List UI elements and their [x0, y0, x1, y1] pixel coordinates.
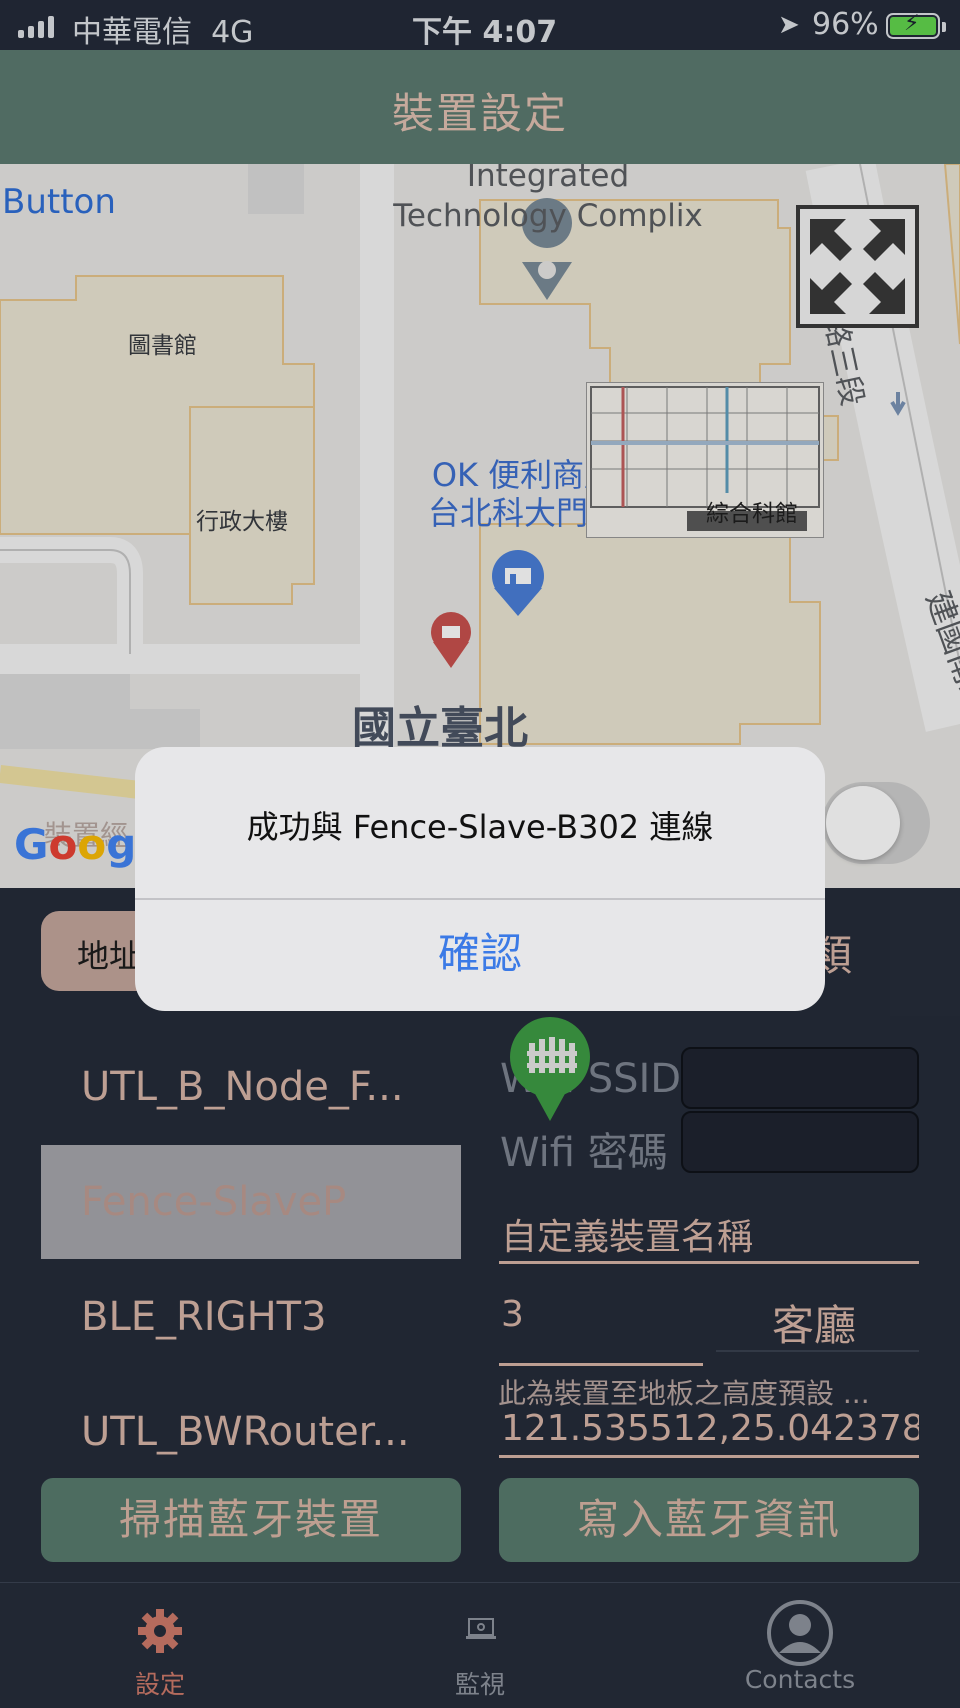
map-label-integrated: Integrated Technology Complix	[393, 164, 703, 234]
expand-icon	[810, 219, 905, 314]
monitor-icon	[466, 1618, 496, 1639]
tab-monitor[interactable]: 監視	[320, 1583, 640, 1708]
height-field[interactable]: 3	[499, 1292, 703, 1366]
carrier-label: 中華電信 4G	[72, 15, 254, 50]
device-list-item[interactable]: UTL_B_Node_F...	[41, 1030, 461, 1144]
device-list-item[interactable]: BLE_RIGHT3	[41, 1260, 461, 1374]
gear-icon	[138, 1609, 182, 1653]
nav-bar: 裝置設定	[0, 50, 960, 164]
contact-icon	[767, 1600, 833, 1666]
wifi-password-input[interactable]	[681, 1111, 919, 1173]
wifi-ssid-input[interactable]	[681, 1047, 919, 1109]
map-button[interactable]: Button	[2, 182, 116, 222]
status-time: 下午 4:07	[412, 15, 558, 50]
device-marker-icon	[510, 1017, 590, 1121]
map-label-complex-hall: 綜合科館	[706, 501, 798, 527]
map-label-admin: 行政大樓	[196, 509, 288, 535]
tab-settings[interactable]: 設定	[0, 1583, 320, 1708]
write-bluetooth-button[interactable]: 寫入藍牙資訊	[499, 1478, 919, 1562]
alert-message: 成功與 Fence-Slave-B302 連線	[246, 808, 714, 846]
tab-contacts[interactable]: Contacts	[640, 1583, 960, 1708]
device-list-item[interactable]: UTL_BWRouter...	[41, 1375, 461, 1489]
fullscreen-button[interactable]	[796, 205, 919, 328]
google-logo: Googl	[14, 820, 151, 869]
location-arrow-icon: ➤	[778, 10, 800, 40]
alert-dialog: 成功與 Fence-Slave-B302 連線 確認	[135, 747, 825, 1011]
device-list-item-selected[interactable]: Fence-SlaveP	[41, 1145, 461, 1259]
coordinates-field[interactable]: 121.535512,25.042378	[499, 1408, 919, 1458]
wifi-password-label: Wifi 密碼	[500, 1130, 668, 1176]
device-name-field[interactable]: 自定義裝置名稱	[499, 1208, 919, 1264]
signal-icon	[18, 16, 54, 38]
height-hint: 此為裝置至地板之高度預設 ...	[498, 1377, 870, 1410]
status-bar: 中華電信 4G 下午 4:07 ➤ 96%	[0, 0, 960, 50]
page-title: 裝置設定	[391, 89, 568, 138]
map-toggle-switch[interactable]	[822, 782, 930, 864]
scan-bluetooth-button[interactable]: 掃描藍牙裝置	[41, 1478, 461, 1562]
map-label-library: 圖書館	[128, 333, 197, 359]
alert-confirm-button[interactable]: 確認	[135, 900, 825, 1011]
battery-icon	[886, 11, 940, 39]
battery-percent: 96%	[812, 7, 879, 42]
tab-bar: 設定 監視 Contacts	[0, 1582, 960, 1708]
room-picker[interactable]: 客廳	[716, 1282, 919, 1352]
